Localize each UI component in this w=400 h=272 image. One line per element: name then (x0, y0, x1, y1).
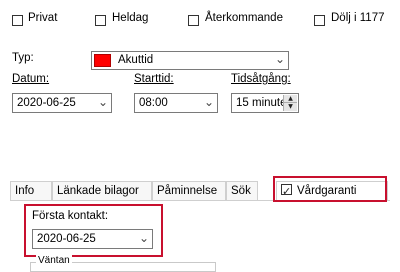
starttid-label: Starttid: (134, 73, 174, 85)
highlight-forsta-kontakt (24, 204, 163, 257)
privat-checkbox[interactable] (12, 15, 23, 26)
aterkommande-checkbox[interactable] (188, 15, 199, 26)
heldag-label: Heldag (112, 12, 149, 24)
typ-value: Akuttid (118, 54, 154, 66)
chevron-down-icon: ⌄ (274, 52, 285, 66)
tab-lankade-bilagor[interactable]: Länkade bilagor (52, 181, 152, 200)
chevron-down-icon: ⌄ (97, 95, 108, 109)
dolj-i-1177-label: Dölj i 1177 (331, 12, 385, 24)
spin-up-icon[interactable]: ▲ (284, 95, 297, 103)
typ-select[interactable]: Akuttid ⌄ (91, 51, 289, 70)
typ-color-swatch (94, 54, 111, 67)
datum-label: Datum: (12, 73, 50, 85)
spin-down-icon[interactable]: ▼ (284, 103, 297, 111)
datum-value: 2020-06-25 (17, 97, 76, 109)
chevron-down-icon: ⌄ (203, 95, 214, 109)
heldag-checkbox[interactable] (95, 15, 106, 26)
datum-select[interactable]: 2020-06-25 ⌄ (12, 93, 112, 113)
tab-paminnelse[interactable]: Påminnelse (152, 181, 226, 200)
tidsatgang-label: Tidsåtgång: (231, 73, 291, 85)
highlight-vardgaranti-tab (273, 176, 387, 202)
starttid-value: 08:00 (139, 97, 168, 109)
starttid-select[interactable]: 08:00 ⌄ (134, 93, 218, 113)
tab-info[interactable]: Info (10, 181, 52, 200)
aterkommande-label: Återkommande (205, 12, 283, 24)
spinner-buttons: ▲ ▼ (283, 95, 297, 111)
tidsatgang-spinner[interactable]: 15 minuter ▲ ▼ (231, 93, 299, 113)
dolj-i-1177-checkbox[interactable] (314, 15, 325, 26)
privat-label: Privat (28, 12, 58, 24)
vantan-title: Väntan (36, 255, 72, 266)
tab-sok[interactable]: Sök (226, 181, 258, 200)
typ-label: Typ: (12, 52, 34, 64)
